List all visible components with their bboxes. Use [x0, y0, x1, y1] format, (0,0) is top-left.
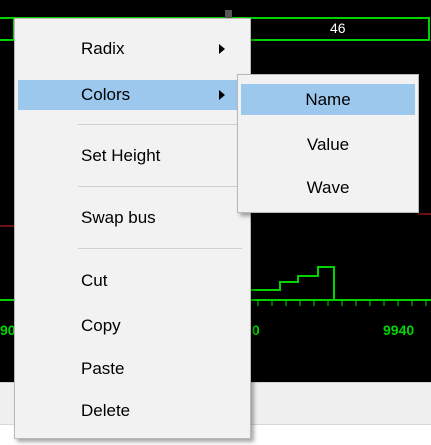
- menu-separator: [78, 186, 242, 187]
- submenu-item-name[interactable]: Name: [241, 84, 415, 115]
- chevron-right-icon: [219, 90, 225, 100]
- menu-item-label: Copy: [81, 316, 121, 335]
- timeline-label-right: 9940: [383, 322, 415, 338]
- colors-submenu: Name Value Wave: [237, 74, 419, 213]
- analog-wave: [238, 266, 431, 301]
- menu-item-set-height[interactable]: Set Height: [18, 141, 247, 171]
- menu-item-label: Paste: [81, 359, 125, 378]
- context-menu: Radix Colors Set Height Swap bus Cut Cop…: [14, 18, 251, 439]
- menu-item-swap-bus[interactable]: Swap bus: [18, 203, 247, 233]
- menu-item-copy[interactable]: Copy: [18, 311, 247, 341]
- menu-item-radix[interactable]: Radix: [18, 34, 247, 64]
- timeline-label-mid: 0: [252, 322, 260, 338]
- menu-item-label: Swap bus: [81, 208, 156, 227]
- submenu-item-value[interactable]: Value: [241, 129, 415, 160]
- menu-item-label: Cut: [81, 271, 108, 290]
- submenu-item-wave[interactable]: Wave: [241, 172, 415, 203]
- menu-item-label: Delete: [81, 401, 131, 420]
- menu-item-label: Set Height: [81, 146, 161, 165]
- menu-item-delete[interactable]: Delete: [18, 396, 247, 426]
- menu-item-paste[interactable]: Paste: [18, 354, 247, 384]
- menu-item-label: Radix: [81, 39, 125, 58]
- menu-separator: [78, 124, 242, 125]
- bus-value-label: 46: [330, 20, 346, 36]
- chevron-right-icon: [219, 44, 225, 54]
- menu-separator: [78, 248, 242, 249]
- menu-item-label: Colors: [81, 85, 131, 104]
- time-ruler-ticks: [243, 300, 427, 308]
- menu-item-colors[interactable]: Colors: [18, 80, 247, 110]
- menu-item-cut[interactable]: Cut: [18, 266, 247, 296]
